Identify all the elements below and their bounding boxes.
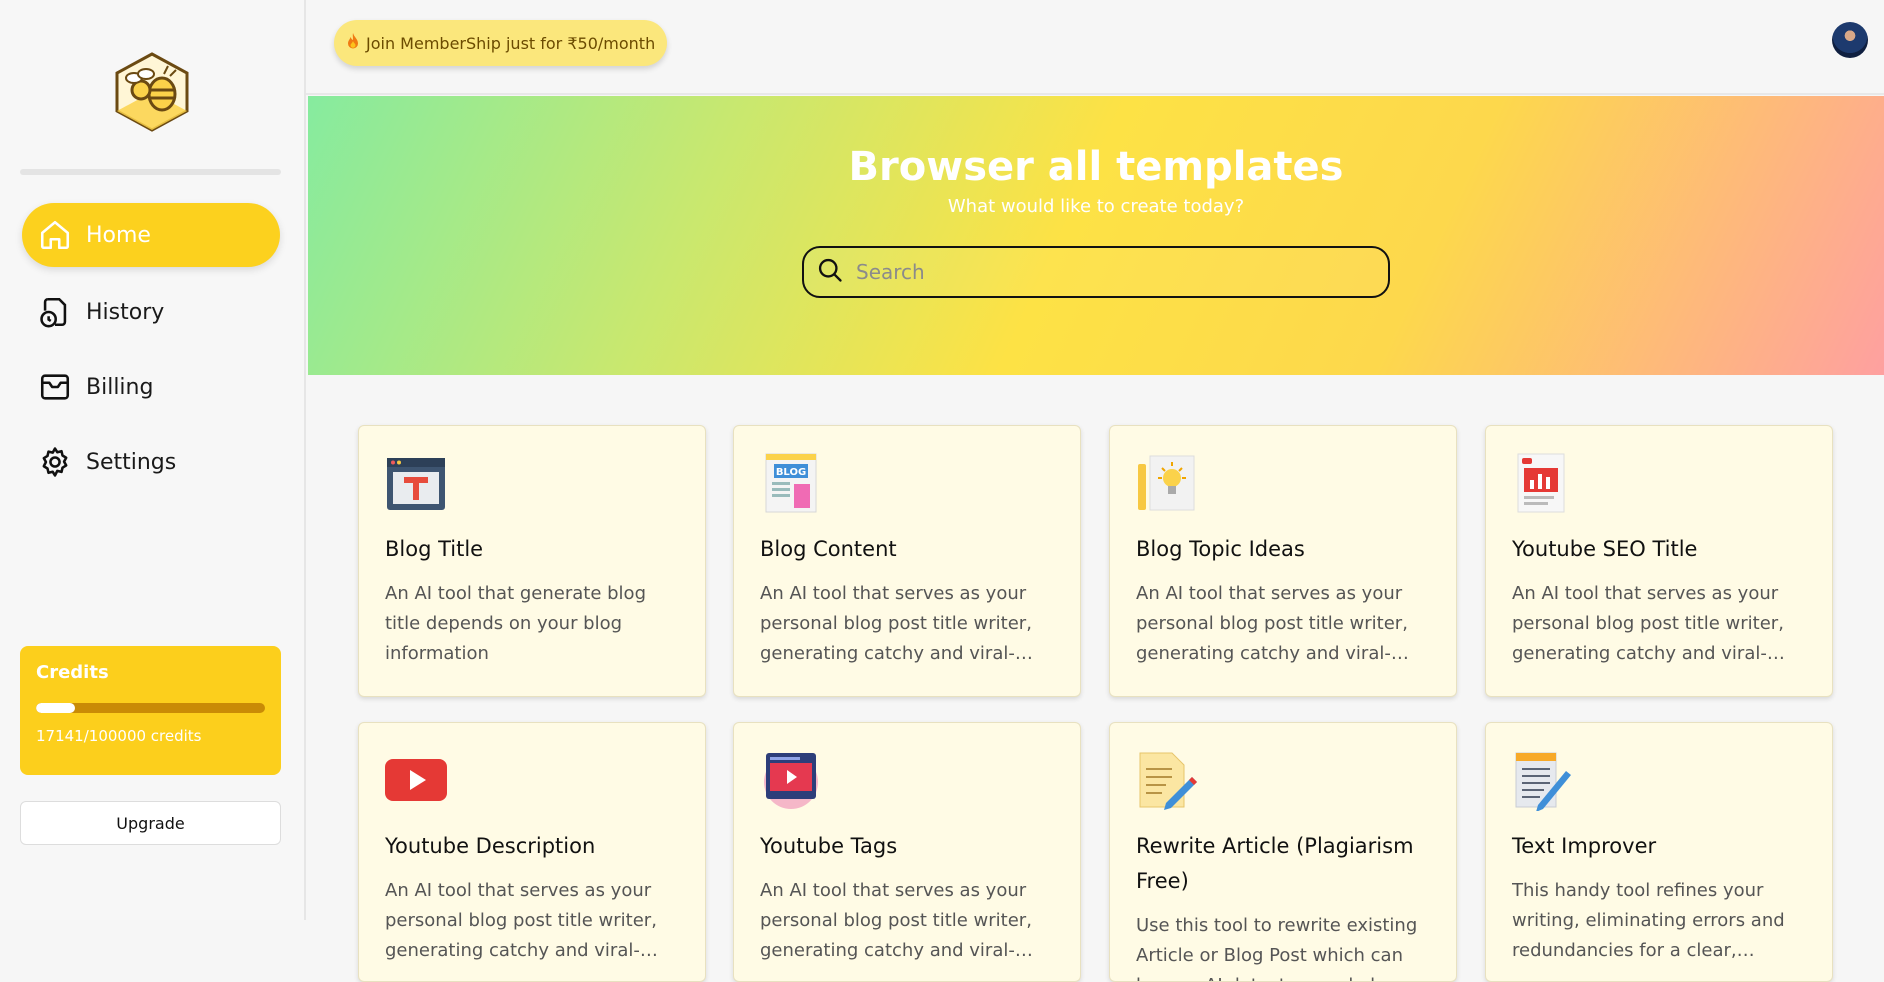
logo-divider — [20, 169, 281, 175]
credits-title: Credits — [36, 662, 109, 683]
rewrite-icon — [1136, 749, 1198, 811]
text-improver-icon — [1512, 749, 1574, 812]
credits-progress-fill — [36, 703, 76, 713]
search-input[interactable] — [854, 259, 1358, 285]
template-description: Use this tool to rewrite existing Articl… — [1136, 915, 1418, 981]
sidebar: Home History Billing Settings Credits 17… — [0, 0, 306, 920]
template-description: An AI tool that generate blog title depe… — [385, 583, 646, 664]
template-card-youtube-tags[interactable]: Youtube Tags An AI tool that serves as y… — [733, 722, 1081, 982]
upgrade-button[interactable]: Upgrade — [20, 801, 281, 845]
template-card-blog-topic-ideas[interactable]: Blog Topic Ideas An AI tool that serves … — [1109, 425, 1457, 697]
home-icon — [38, 218, 72, 252]
hero-banner: Browser all templates What would like to… — [308, 96, 1884, 375]
svg-text:BLOG: BLOG — [776, 467, 806, 478]
history-icon — [38, 295, 72, 329]
template-title: Blog Content — [760, 537, 897, 561]
template-card-rewrite-article[interactable]: Rewrite Article (Plagiarism Free) Use th… — [1109, 722, 1457, 982]
promo-text: Join MemberShip just for ₹50/month — [366, 33, 656, 53]
sidebar-item-label: Billing — [86, 374, 154, 400]
template-description: An AI tool that serves as your personal … — [760, 583, 1032, 664]
template-description: An AI tool that serves as your personal … — [1512, 583, 1784, 664]
template-title: Blog Title — [385, 537, 484, 561]
page-title: Browser all templates — [848, 144, 1344, 190]
page-subtitle: What would like to create today? — [947, 196, 1245, 217]
sidebar-item-billing[interactable]: Billing — [22, 355, 280, 419]
membership-promo-button[interactable]: Join MemberShip just for ₹50/month — [334, 20, 668, 66]
template-card-blog-content[interactable]: BLOG Blog Content An AI tool that serves… — [733, 425, 1081, 697]
flame-icon — [346, 32, 360, 54]
template-title: Youtube Description — [385, 834, 596, 858]
logo[interactable] — [114, 52, 190, 132]
lightbulb-icon — [1136, 452, 1198, 514]
sidebar-item-label: Home — [86, 222, 151, 248]
template-title: Youtube SEO Title — [1512, 537, 1698, 561]
template-title: Text Improver — [1512, 834, 1657, 858]
youtube-icon — [385, 749, 447, 811]
credits-count: 17141/100000 credits — [36, 727, 202, 745]
search-box[interactable] — [802, 246, 1390, 298]
template-description: This handy tool refines your writing, el… — [1512, 880, 1785, 961]
template-card-youtube-seo-title[interactable]: Youtube SEO Title An AI tool that serves… — [1485, 425, 1833, 697]
template-title: Rewrite Article (Plagiarism Free) — [1136, 834, 1414, 893]
sidebar-item-label: History — [86, 299, 165, 325]
blog-title-icon — [385, 452, 447, 514]
credits-panel: Credits 17141/100000 credits — [20, 646, 281, 775]
sidebar-item-settings[interactable]: Settings — [22, 430, 280, 494]
credits-progress-bar — [36, 703, 265, 713]
sidebar-item-home[interactable]: Home — [22, 203, 280, 267]
bee-hive-logo-icon — [115, 52, 189, 132]
sidebar-item-history[interactable]: History — [22, 280, 280, 344]
template-card-youtube-description[interactable]: Youtube Description An AI tool that serv… — [358, 722, 706, 982]
template-description: An AI tool that serves as your personal … — [1136, 583, 1408, 664]
blog-content-icon: BLOG — [760, 452, 822, 514]
template-title: Blog Topic Ideas — [1136, 537, 1305, 561]
template-description: An AI tool that serves as your personal … — [760, 880, 1032, 961]
top-bar: Join MemberShip just for ₹50/month — [306, 0, 1884, 95]
video-tags-icon — [760, 749, 822, 811]
gear-icon — [38, 445, 72, 479]
youtube-seo-icon — [1512, 452, 1574, 514]
wallet-icon — [38, 370, 72, 404]
user-avatar[interactable] — [1832, 22, 1868, 58]
template-card-text-improver[interactable]: Text Improver This handy tool refines yo… — [1485, 722, 1833, 982]
template-card-blog-title[interactable]: Blog Title An AI tool that generate blog… — [358, 425, 706, 697]
template-description: An AI tool that serves as your personal … — [385, 880, 657, 961]
template-title: Youtube Tags — [760, 834, 898, 858]
sidebar-item-label: Settings — [86, 449, 177, 475]
search-icon — [816, 256, 844, 288]
